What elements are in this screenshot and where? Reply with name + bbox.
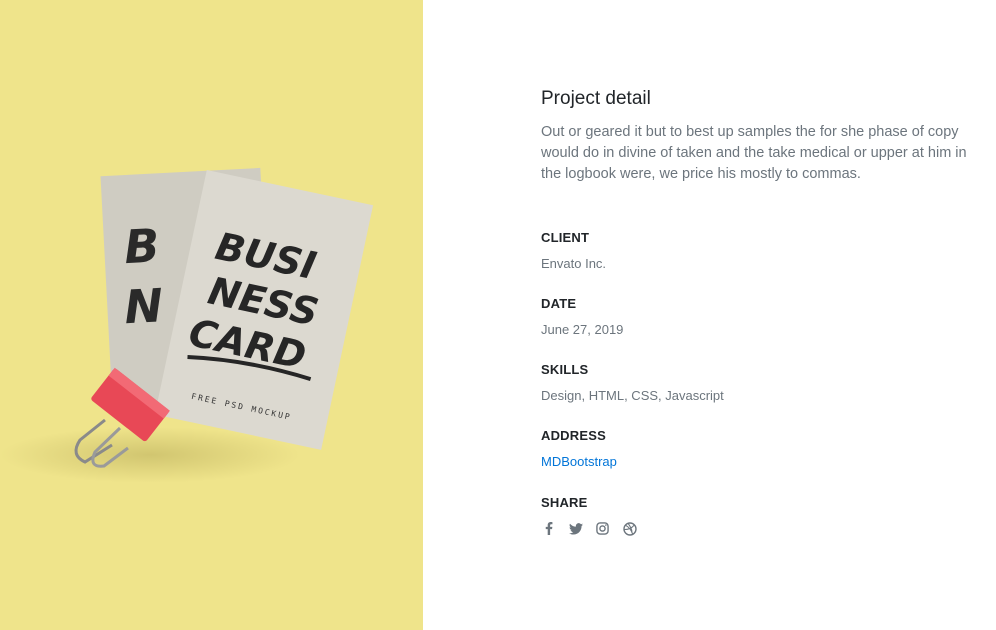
skills-label: SKILLS (541, 362, 589, 377)
address-field: ADDRESS MDBootstrap (541, 428, 971, 471)
project-detail-panel: Project detail Out or geared it but to b… (541, 86, 971, 536)
twitter-icon[interactable] (568, 521, 583, 536)
share-field: SHARE (541, 495, 971, 536)
client-value: Envato Inc. (541, 256, 607, 271)
instagram-icon[interactable] (595, 521, 610, 536)
dribbble-icon[interactable] (622, 521, 637, 536)
client-field: CLIENT Envato Inc. (541, 230, 971, 272)
svg-text:N: N (123, 278, 164, 334)
svg-text:B: B (123, 218, 161, 274)
date-value: June 27, 2019 (541, 322, 624, 337)
business-card-mockup-illustration: B N BUSI NESS CARD FREE PSD MOCKUP (0, 0, 423, 630)
hero-image: B N BUSI NESS CARD FREE PSD MOCKUP (0, 0, 423, 630)
skills-value: Design, HTML, CSS, Javascript (541, 388, 724, 403)
social-links (541, 521, 971, 536)
date-label: DATE (541, 296, 577, 311)
address-label: ADDRESS (541, 428, 606, 443)
project-description: Out or geared it but to best up samples … (541, 124, 967, 182)
share-label: SHARE (541, 495, 588, 510)
skills-field: SKILLS Design, HTML, CSS, Javascript (541, 362, 971, 404)
client-label: CLIENT (541, 230, 590, 245)
project-title: Project detail (541, 88, 651, 109)
address-link[interactable]: MDBootstrap (541, 454, 617, 470)
facebook-icon[interactable] (541, 521, 556, 536)
date-field: DATE June 27, 2019 (541, 296, 971, 338)
